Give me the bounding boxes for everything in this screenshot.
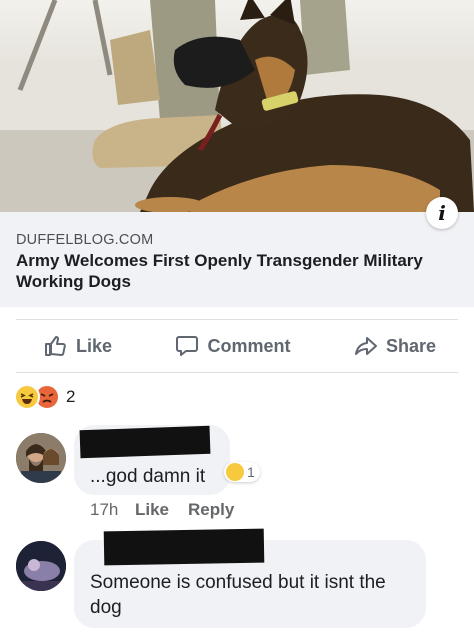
reaction-count: 2 (66, 387, 76, 406)
comment-button[interactable]: Comment (175, 334, 291, 358)
share-icon (354, 337, 377, 355)
comment-reaction[interactable]: 1 (224, 462, 260, 482)
comment-label: Comment (207, 335, 291, 356)
link-title: Army Welcomes First Openly Transgender M… (16, 251, 423, 291)
share-label: Share (385, 335, 436, 356)
comment-time: 17h (90, 500, 119, 519)
comment-text: ...god damn it (90, 466, 206, 487)
share-button[interactable]: Share (354, 334, 436, 358)
post-actions-bar: Like Comment Share (16, 319, 458, 373)
info-icon: i (438, 201, 446, 225)
comment-like-button[interactable]: Like (135, 500, 169, 520)
comment-text: Someone is confused but it isnt the dog (90, 572, 386, 618)
commenter-avatar[interactable] (16, 433, 66, 483)
post-photo[interactable] (0, 0, 474, 212)
info-button[interactable]: i (426, 197, 458, 229)
dog-photo-illustration (0, 0, 474, 212)
comment-bubble[interactable]: Someone is confused but it isnt the dog (74, 528, 426, 628)
like-label: Like (76, 335, 113, 356)
commenter-avatar[interactable] (16, 541, 66, 591)
redacted-name (79, 425, 211, 459)
comment-icon (176, 336, 199, 356)
thumbs-up-icon (45, 336, 66, 356)
like-button[interactable]: Like (44, 334, 112, 358)
redacted-name (103, 528, 265, 566)
haha-icon (226, 463, 244, 481)
comment-reaction-count: 1 (247, 464, 255, 480)
link-domain: DUFFELBLOG.COM (16, 232, 154, 248)
link-preview-card[interactable]: DUFFELBLOG.COM Army Welcomes First Openl… (0, 212, 474, 307)
reactions-summary[interactable]: 2 (14, 384, 75, 410)
comment-reply-button[interactable]: Reply (188, 500, 234, 520)
comment-bubble[interactable]: ...god damn it (74, 425, 230, 495)
haha-icon (14, 384, 40, 410)
